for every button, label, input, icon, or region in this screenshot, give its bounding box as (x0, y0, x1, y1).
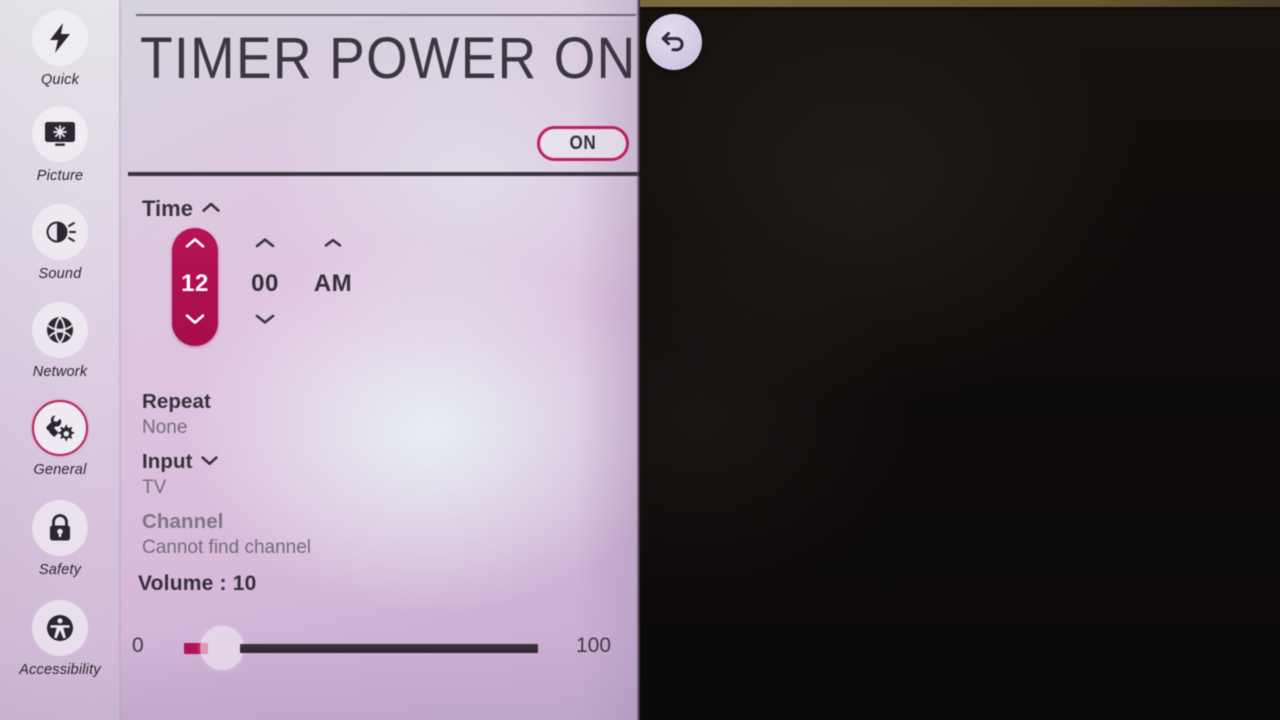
hour-increment-button[interactable] (156, 236, 234, 254)
panel-right-edge (637, 0, 640, 720)
repeat-label: Repeat (142, 390, 211, 413)
display-icon (44, 121, 76, 147)
volume-min-label: 0 (132, 634, 144, 657)
sidebar-label-picture: Picture (36, 168, 84, 184)
chevron-down-icon[interactable] (200, 453, 218, 471)
settings-panel: Quick Picture Sound Network General Safe… (0, 0, 640, 720)
time-section-header[interactable]: Time (142, 196, 220, 222)
sidebar-icon-wrap-network (32, 302, 88, 358)
ampm-value: AM (313, 270, 353, 297)
chevron-up-icon (323, 236, 343, 254)
repeat-value: None (142, 417, 188, 438)
input-title-row: Input (142, 450, 218, 474)
lightning-icon (47, 23, 73, 53)
timer-power-on-toggle[interactable]: ON (537, 126, 629, 161)
sidebar-item-network[interactable]: Network (0, 302, 120, 380)
sidebar-icon-wrap-sound (32, 204, 88, 260)
time-label: Time (142, 196, 193, 221)
input-setting[interactable]: Input TV (142, 450, 218, 499)
sidebar-icon-wrap-quick (32, 10, 88, 66)
input-label: Input (142, 450, 193, 473)
hour-value: 12 (181, 270, 209, 297)
sidebar-icon-wrap-general (32, 400, 88, 456)
sidebar-label-general: General (33, 462, 87, 478)
sidebar-item-sound[interactable]: Sound (0, 204, 120, 282)
input-value: TV (142, 477, 167, 498)
ampm-increment-button[interactable] (294, 236, 372, 254)
repeat-setting[interactable]: Repeat None (142, 390, 211, 439)
sidebar-label-network: Network (32, 364, 88, 380)
chevron-up-icon (202, 200, 220, 218)
sidebar-icon-wrap-accessibility (32, 600, 88, 656)
header-bottom-rule (128, 172, 640, 176)
wrench-gear-icon (45, 414, 75, 442)
sidebar-item-picture[interactable]: Picture (0, 106, 120, 184)
time-picker: 12 00 AM (120, 228, 640, 346)
minute-value: 00 (251, 270, 279, 297)
hour-decrement-button[interactable] (156, 312, 234, 330)
volume-slider-track[interactable] (240, 644, 538, 653)
chevron-down-icon (255, 312, 275, 330)
sidebar-item-safety[interactable]: Safety (0, 500, 120, 578)
sidebar-item-quick[interactable]: Quick (0, 10, 120, 88)
minute-decrement-button[interactable] (226, 312, 304, 330)
lock-icon (47, 513, 73, 543)
volume-label: Volume : 10 (138, 572, 257, 595)
page-title: TIMER POWER ON (140, 26, 637, 91)
toggle-label: ON (569, 132, 597, 154)
back-button[interactable] (646, 14, 702, 70)
sidebar-label-accessibility: Accessibility (19, 662, 101, 678)
channel-value: Cannot find channel (142, 537, 312, 558)
sidebar-label-safety: Safety (38, 562, 82, 578)
sidebar-item-general[interactable]: General (0, 400, 120, 478)
settings-sidebar: Quick Picture Sound Network General Safe… (0, 0, 121, 720)
volume-max-label: 100 (576, 634, 612, 657)
settings-content: TIMER POWER ON ON Time 12 00 AM Repeat N… (120, 0, 640, 720)
globe-icon (45, 315, 75, 345)
minute-stepper[interactable]: 00 (226, 228, 304, 346)
channel-label: Channel (142, 510, 224, 533)
chevron-down-icon (185, 312, 205, 330)
sidebar-item-accessibility[interactable]: Accessibility (0, 600, 120, 678)
chevron-up-icon (185, 236, 205, 254)
volume-slider-knob[interactable] (200, 626, 244, 670)
back-arrow-icon (659, 26, 689, 59)
chevron-up-icon (255, 236, 275, 254)
sidebar-icon-wrap-picture (32, 106, 88, 162)
hour-stepper[interactable]: 12 (156, 228, 234, 346)
tv-screen: Quick Picture Sound Network General Safe… (0, 0, 1280, 720)
volume-slider[interactable]: 0 100 (120, 626, 640, 674)
sidebar-label-sound: Sound (38, 266, 82, 282)
sidebar-label-quick: Quick (40, 72, 80, 88)
sidebar-icon-wrap-safety (32, 500, 88, 556)
speaker-icon (44, 218, 76, 246)
channel-setting: Channel Cannot find channel (142, 510, 311, 559)
header-top-rule (136, 14, 636, 16)
ampm-stepper[interactable]: AM (294, 228, 372, 346)
accessibility-icon (45, 613, 75, 643)
minute-increment-button[interactable] (226, 236, 304, 254)
